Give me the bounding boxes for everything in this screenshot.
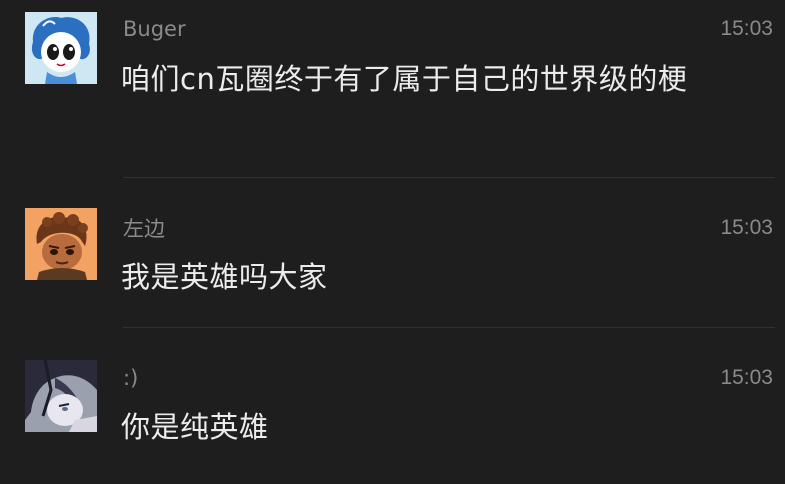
avatar[interactable] — [25, 360, 97, 432]
anime-dark-hair-avatar-icon — [25, 360, 97, 432]
chat-message: Buger 15:03 咱们cn瓦圈终于有了属于自己的世界级的梗 — [0, 0, 785, 178]
sender-name: :) — [123, 366, 139, 390]
chat-message: :) 15:03 你是纯英雄 — [0, 328, 785, 484]
chat-message-list: Buger 15:03 咱们cn瓦圈终于有了属于自己的世界级的梗 左边 15:0… — [0, 0, 785, 484]
cartoon-boy-brown-hair-avatar-icon — [25, 208, 97, 280]
sender-name: Buger — [123, 17, 186, 41]
cartoon-girl-blue-hair-avatar-icon — [25, 12, 97, 84]
chat-message: 左边 15:03 我是英雄吗大家 — [0, 178, 785, 328]
message-time: 15:03 — [720, 366, 773, 389]
message-text: 你是纯英雄 — [121, 410, 269, 444]
sender-name: 左边 — [123, 217, 165, 241]
message-time: 15:03 — [720, 216, 773, 239]
avatar[interactable] — [25, 12, 97, 84]
message-text: 我是英雄吗大家 — [121, 260, 328, 294]
message-text: 咱们cn瓦圈终于有了属于自己的世界级的梗 — [121, 62, 688, 96]
avatar[interactable] — [25, 208, 97, 280]
message-time: 15:03 — [720, 17, 773, 40]
